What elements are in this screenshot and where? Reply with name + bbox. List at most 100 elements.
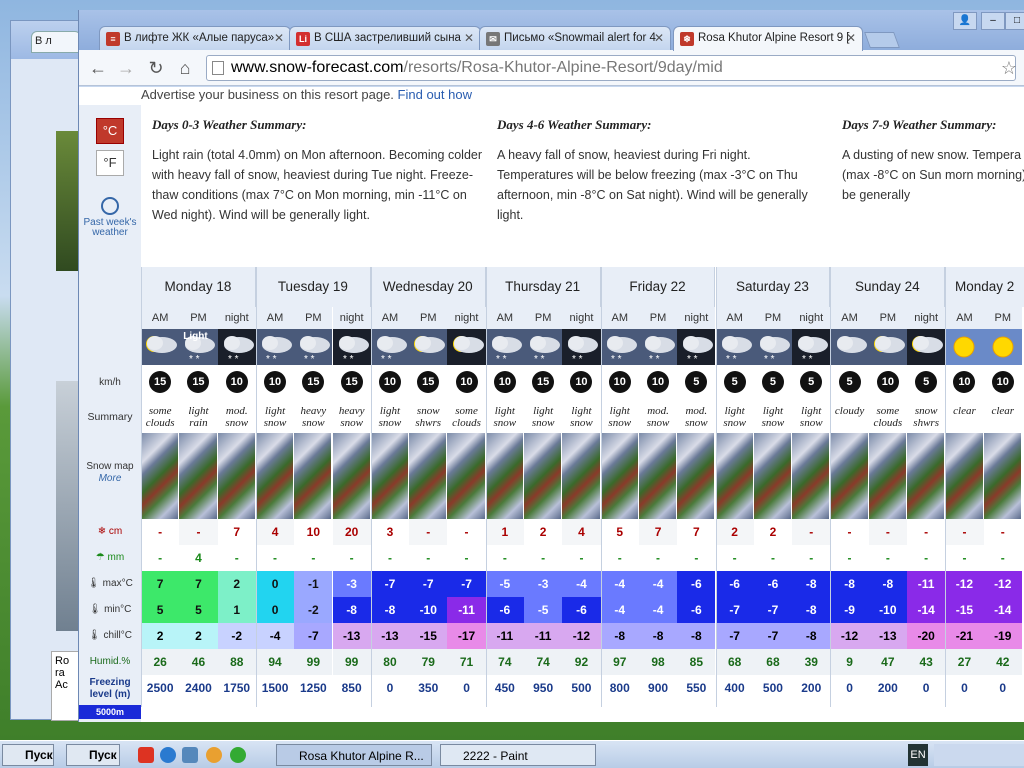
wind-direction-icon: 5 (800, 371, 823, 393)
snow-map-thumbnail[interactable] (907, 433, 946, 519)
period-label: PM (524, 307, 563, 329)
tab-snowmail[interactable]: ✉ Письмо «Snowmail alert for 4 ✕ (479, 26, 671, 50)
max-temp-cell: -8 (868, 571, 907, 597)
snow-map-thumbnail[interactable] (447, 433, 486, 519)
snow-map-thumbnail[interactable] (600, 433, 639, 519)
task-paint[interactable]: 2222 - Paint (440, 744, 596, 766)
back-button[interactable]: ← (87, 57, 109, 79)
start-button[interactable]: Пуск (2, 744, 54, 766)
address-bar[interactable]: www.snow-forecast.com/resorts/Rosa-Khuto… (206, 55, 1017, 81)
wind-cell: 15 (179, 365, 217, 401)
home-button[interactable]: ⌂ (174, 57, 196, 79)
snow-map-thumbnail[interactable] (332, 433, 371, 519)
forward-button[interactable]: → (115, 57, 137, 79)
background-box: Ro ra Ac (51, 651, 81, 721)
snow-map-thumbnail[interactable] (524, 433, 563, 519)
snow-map-thumbnail[interactable] (983, 433, 1022, 519)
snow-cloud-icon: * * (606, 336, 637, 365)
snow-map-thumbnail[interactable] (868, 433, 907, 519)
minimize-button[interactable]: – (981, 12, 1005, 30)
snow-map-thumbnail[interactable] (217, 433, 256, 519)
background-browser-window[interactable]: В л Ro ra Ac (10, 20, 81, 721)
min-temp-cell: -6 (485, 597, 524, 623)
close-icon[interactable]: ✕ (274, 31, 284, 45)
chill-cell: -19 (983, 623, 1022, 649)
snow-map-thumbnail[interactable] (792, 433, 831, 519)
clock-icon (101, 197, 119, 215)
min-temp-cell: 5 (141, 597, 180, 623)
chill-cell: -2 (217, 623, 256, 649)
day-separator (370, 267, 372, 707)
snow-map-thumbnail[interactable] (141, 433, 180, 519)
snow-map-thumbnail[interactable] (562, 433, 601, 519)
close-icon[interactable]: ✕ (464, 31, 474, 45)
min-temp-cell: -6 (677, 597, 716, 623)
snow-map-thumbnail[interactable] (753, 433, 793, 519)
chill-cell: -8 (677, 623, 716, 649)
background-tab[interactable]: В л (31, 31, 81, 53)
snow-map-thumbnail[interactable] (715, 433, 754, 519)
snow-map-thumbnail[interactable] (179, 433, 218, 519)
snow-map-thumbnail[interactable] (294, 433, 333, 519)
chill-cell: -15 (409, 623, 448, 649)
period-label: PM (409, 307, 448, 329)
start-button-2[interactable]: Пуск (66, 744, 120, 766)
freezing-level-cell: 900 (638, 675, 678, 701)
period-label: PM (638, 307, 678, 329)
summary-cell: light snow (378, 405, 402, 429)
snow-cell: - (792, 519, 831, 545)
chill-cell: -4 (255, 623, 295, 649)
snowmap-more-link[interactable]: More (79, 473, 141, 485)
close-icon[interactable]: ✕ (846, 31, 856, 45)
period-label: AM (945, 307, 984, 329)
app-icon[interactable] (182, 747, 198, 763)
summary-cell: light snow (608, 405, 632, 429)
snow-map-thumbnail[interactable] (255, 433, 295, 519)
snow-map-thumbnail[interactable] (677, 433, 716, 519)
tab-usa-news[interactable]: Li В США застреливший сына ✕ (289, 26, 481, 50)
wind-cell: 10 (256, 365, 294, 401)
tab-alye-parusa[interactable]: ≡ В лифте ЖК «Алые паруса» ✕ (99, 26, 291, 50)
app-icon[interactable] (138, 747, 154, 763)
snow-map-thumbnail[interactable] (830, 433, 869, 519)
advert-link[interactable]: Find out how (398, 87, 472, 102)
min-temp-cell: -2 (294, 597, 333, 623)
language-indicator[interactable]: EN (908, 744, 928, 766)
chill-cell: -13 (868, 623, 907, 649)
freezing-level-cell: 450 (485, 675, 524, 701)
snow-map-thumbnail[interactable] (409, 433, 448, 519)
past-week-link[interactable]: Past week's weather (81, 197, 139, 238)
summary-cell: clear (991, 405, 1015, 417)
freezing-legend: 5000m (79, 705, 141, 719)
chrome-icon[interactable] (230, 747, 246, 763)
summary-cell: light rain (188, 405, 209, 429)
max-temp-cell: 7 (141, 571, 180, 597)
new-tab-button[interactable] (864, 32, 900, 48)
rain-cell: - (409, 545, 448, 571)
summary-cell: some clouds (452, 405, 481, 429)
snow-map-thumbnail[interactable] (945, 433, 984, 519)
summary-cell: mod. snow (225, 405, 249, 429)
reload-button[interactable]: ↻ (145, 57, 167, 79)
task-chrome[interactable]: Rosa Khutor Alpine R... (276, 744, 432, 766)
profile-icon[interactable]: 👤 (953, 12, 977, 30)
weather-icon-cell (409, 329, 448, 365)
bookmark-star-icon[interactable]: ☆ (1001, 58, 1017, 79)
weather-icon-cell: * * (294, 329, 333, 365)
mail-icon: ✉ (486, 32, 500, 46)
snow-map-thumbnail[interactable] (485, 433, 524, 519)
wind-direction-icon: 15 (149, 371, 172, 393)
tab-rosa-khutor[interactable]: ❄ Rosa Khutor Alpine Resort 9 [ ✕ (673, 26, 863, 51)
max-temp-cell: -1 (294, 571, 333, 597)
snow-map-thumbnail[interactable] (370, 433, 410, 519)
fahrenheit-button[interactable]: °F (96, 150, 124, 176)
app-icon[interactable] (206, 747, 222, 763)
snow-cell: 20 (332, 519, 371, 545)
chill-cell: -17 (447, 623, 486, 649)
ie-icon[interactable] (160, 747, 176, 763)
close-icon[interactable]: ✕ (654, 31, 664, 45)
snow-map-thumbnail[interactable] (638, 433, 678, 519)
celsius-button[interactable]: °C (96, 118, 124, 144)
maximize-button[interactable]: □ (1005, 12, 1024, 30)
freezing-level-cell: 500 (753, 675, 793, 701)
